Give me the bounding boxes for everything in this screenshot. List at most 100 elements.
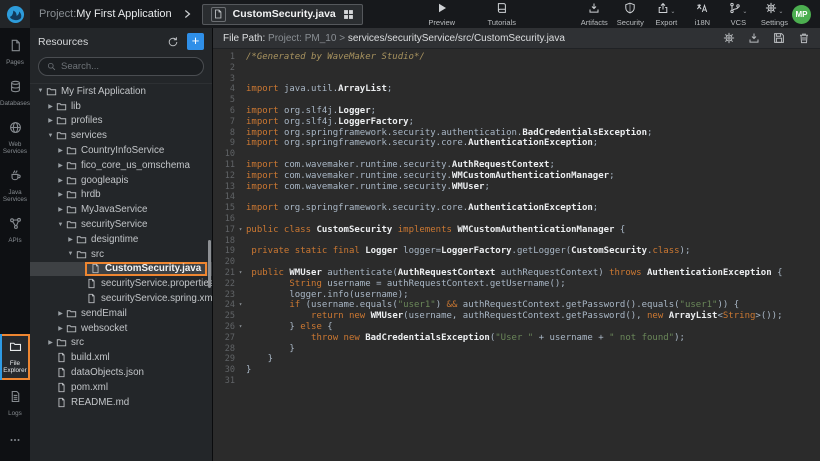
tree-row-readme-md[interactable]: README.md <box>30 395 212 410</box>
rail-item-file-explorer[interactable]: File Explorer <box>0 334 30 380</box>
tree-row-src[interactable]: ▶src <box>30 336 212 351</box>
tree-row-customsecurity-java[interactable]: CustomSecurity.java <box>30 262 212 277</box>
export-button[interactable]: ⌄Export <box>653 2 680 27</box>
chevron-expanded-icon[interactable]: ▼ <box>36 88 45 94</box>
chevron-expanded-icon[interactable]: ▼ <box>46 133 55 139</box>
code-line-13[interactable]: 13import com.wavemaker.runtime.security.… <box>213 182 820 193</box>
tree-row-securityservice[interactable]: ▼securityService <box>30 217 212 232</box>
code-area[interactable]: 1/*Generated by WaveMaker Studio*/234imp… <box>213 49 820 461</box>
refresh-icon[interactable] <box>167 36 179 48</box>
tree-row-websocket[interactable]: ▶websocket <box>30 321 212 336</box>
code-line-28[interactable]: 28 } <box>213 344 820 355</box>
code-line-31[interactable]: 31 <box>213 376 820 387</box>
chevron-collapsed-icon[interactable]: ▶ <box>56 191 65 198</box>
tree-row-designtime[interactable]: ▶designtime <box>30 232 212 247</box>
add-resource-button[interactable]: + <box>187 33 204 50</box>
code-line-19[interactable]: 19 private static final Logger logger=Lo… <box>213 246 820 257</box>
search-box[interactable] <box>38 57 204 76</box>
tree-row-services[interactable]: ▼services <box>30 128 212 143</box>
i18n-button[interactable]: i18N <box>689 2 716 27</box>
code-line-7[interactable]: 7import org.slf4j.LoggerFactory; <box>213 117 820 128</box>
chevron-collapsed-icon[interactable]: ▶ <box>46 117 55 124</box>
code-line-11[interactable]: 11import com.wavemaker.runtime.security.… <box>213 160 820 171</box>
tree-row-dataobjects-json[interactable]: dataObjects.json <box>30 365 212 380</box>
download-button[interactable] <box>748 32 760 44</box>
rail-item-databases[interactable]: Databases <box>0 76 30 111</box>
code-line-9[interactable]: 9import org.springframework.security.cor… <box>213 138 820 149</box>
code-line-1[interactable]: 1/*Generated by WaveMaker Studio*/ <box>213 52 820 63</box>
tab-customsecurity-java[interactable]: CustomSecurity.java <box>202 4 363 25</box>
rail-item-web-services[interactable]: Web Services <box>0 117 30 159</box>
tree-row-pom-xml[interactable]: pom.xml <box>30 380 212 395</box>
tree-row-profiles[interactable]: ▶profiles <box>30 114 212 129</box>
chevron-collapsed-icon[interactable]: ▶ <box>56 310 65 317</box>
tree-row-hrdb[interactable]: ▶hrdb <box>30 188 212 203</box>
fold-marker-icon[interactable]: ▾ <box>235 268 246 279</box>
code-line-15[interactable]: 15import org.springframework.security.co… <box>213 203 820 214</box>
code-line-20[interactable]: 20 <box>213 257 820 268</box>
save-button[interactable] <box>773 32 785 44</box>
project-switcher[interactable]: Project:My First Application <box>39 8 172 20</box>
tree-row-securityservice-spring-xml[interactable]: securityService.spring.xml <box>30 291 212 306</box>
avatar[interactable]: MP <box>792 5 811 24</box>
code-line-6[interactable]: 6import org.slf4j.Logger; <box>213 106 820 117</box>
fold-marker-icon[interactable]: ▾ <box>235 225 246 236</box>
code-line-22[interactable]: 22 String username = authRequestContext.… <box>213 279 820 290</box>
tree-scrollbar[interactable] <box>208 240 211 288</box>
chevron-collapsed-icon[interactable]: ▶ <box>56 147 65 154</box>
code-line-12[interactable]: 12import com.wavemaker.runtime.security.… <box>213 171 820 182</box>
rail-item-java-services[interactable]: Java Services <box>0 165 30 207</box>
code-line-3[interactable]: 3 <box>213 74 820 85</box>
chevron-collapsed-icon[interactable]: ▶ <box>56 325 65 332</box>
chevron-collapsed-icon[interactable]: ▶ <box>66 236 75 243</box>
tree-row-sendemail[interactable]: ▶sendEmail <box>30 306 212 321</box>
tree-row-myjavaservice[interactable]: ▶MyJavaService <box>30 202 212 217</box>
tree-row-build-xml[interactable]: build.xml <box>30 350 212 365</box>
tree-row-countryinfoservice[interactable]: ▶CountryInfoService <box>30 143 212 158</box>
code-line-5[interactable]: 5 <box>213 95 820 106</box>
tree-row-lib[interactable]: ▶lib <box>30 99 212 114</box>
grid-icon[interactable] <box>343 9 354 20</box>
security-button[interactable]: Security <box>617 2 644 27</box>
more-options-button[interactable] <box>0 427 30 461</box>
tree-row-src[interactable]: ▼src <box>30 247 212 262</box>
settings-button[interactable]: ⌄Settings <box>761 2 788 27</box>
tree-row-securityservice-properties[interactable]: securityService.properties <box>30 276 212 291</box>
artifacts-button[interactable]: Artifacts <box>581 2 608 27</box>
chevron-expanded-icon[interactable]: ▼ <box>56 222 65 228</box>
settings-button[interactable] <box>723 32 735 44</box>
code-line-17[interactable]: 17▾public class CustomSecurity implement… <box>213 225 820 236</box>
rail-item-logs[interactable]: Logs <box>0 386 30 421</box>
chevron-expanded-icon[interactable]: ▼ <box>66 251 75 257</box>
code-line-2[interactable]: 2 <box>213 63 820 74</box>
chevron-collapsed-icon[interactable]: ▶ <box>56 177 65 184</box>
tree-row-googleapis[interactable]: ▶googleapis <box>30 173 212 188</box>
code-line-18[interactable]: 18 <box>213 236 820 247</box>
chevron-collapsed-icon[interactable]: ▶ <box>46 103 55 110</box>
chevron-collapsed-icon[interactable]: ▶ <box>46 339 55 346</box>
vcs-button[interactable]: ⌄VCS <box>725 2 752 27</box>
code-line-24[interactable]: 24▾ if (username.equals("user1") && auth… <box>213 300 820 311</box>
code-line-30[interactable]: 30} <box>213 365 820 376</box>
code-line-10[interactable]: 10 <box>213 149 820 160</box>
fold-marker-icon[interactable]: ▾ <box>235 322 246 333</box>
chevron-collapsed-icon[interactable]: ▶ <box>56 206 65 213</box>
code-line-14[interactable]: 14 <box>213 192 820 203</box>
tree-row-fico-core-us-omschema[interactable]: ▶fico_core_us_omschema <box>30 158 212 173</box>
code-line-4[interactable]: 4import java.util.ArrayList; <box>213 84 820 95</box>
tree-row-my-first-application[interactable]: ▼My First Application <box>30 84 212 99</box>
code-line-21[interactable]: 21▾ public WMUser authenticate(AuthReque… <box>213 268 820 279</box>
rail-item-pages[interactable]: Pages <box>0 35 30 70</box>
chevron-collapsed-icon[interactable]: ▶ <box>56 162 65 169</box>
code-line-26[interactable]: 26▾ } else { <box>213 322 820 333</box>
code-line-25[interactable]: 25 return new WMUser(username, authReque… <box>213 311 820 322</box>
code-line-29[interactable]: 29 } <box>213 354 820 365</box>
delete-button[interactable] <box>798 32 810 44</box>
rail-item-apis[interactable]: APIs <box>0 213 30 248</box>
wavemaker-logo-icon[interactable] <box>0 0 30 28</box>
code-line-8[interactable]: 8import org.springframework.security.aut… <box>213 128 820 139</box>
search-input[interactable] <box>61 61 195 72</box>
code-line-16[interactable]: 16 <box>213 214 820 225</box>
fold-marker-icon[interactable]: ▾ <box>235 300 246 311</box>
code-line-27[interactable]: 27 throw new BadCredentialsException("Us… <box>213 333 820 344</box>
